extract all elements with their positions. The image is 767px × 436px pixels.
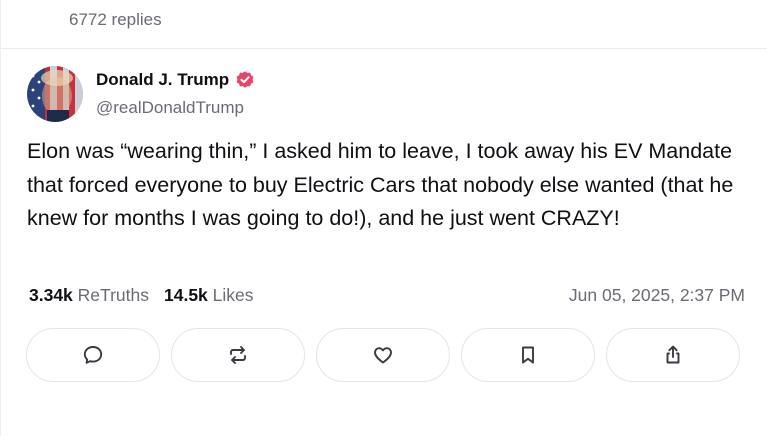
divider	[1, 48, 767, 49]
retruths-count: 3.34k	[29, 285, 73, 305]
bookmark-button[interactable]	[461, 328, 595, 382]
reply-button[interactable]	[26, 328, 160, 382]
avatar-image	[27, 66, 83, 122]
likes-stat[interactable]: 14.5k Likes	[164, 285, 254, 306]
post-detail-page: 6772 replies Donald J. Trump @realDonald…	[0, 0, 767, 436]
post-actions-bar	[26, 328, 740, 382]
previous-post-replies-count[interactable]: 6772 replies	[69, 10, 162, 30]
comment-icon	[83, 346, 103, 364]
share-button[interactable]	[606, 328, 740, 382]
share-icon	[666, 345, 680, 364]
retruths-label: ReTruths	[77, 285, 149, 305]
avatar[interactable]	[27, 66, 83, 122]
bookmark-icon	[522, 346, 534, 364]
likes-label: Likes	[212, 285, 254, 305]
repost-icon	[230, 346, 246, 364]
likes-count: 14.5k	[164, 285, 208, 305]
author-name[interactable]: Donald J. Trump	[96, 70, 229, 90]
post-timestamp: Jun 05, 2025, 2:37 PM	[568, 285, 745, 305]
retruth-button[interactable]	[171, 328, 305, 382]
author-name-row: Donald J. Trump	[96, 70, 255, 90]
like-button[interactable]	[316, 328, 450, 382]
retruths-stat[interactable]: 3.34k ReTruths	[29, 285, 149, 306]
post-stats: 3.34k ReTruths 14.5k Likes	[29, 285, 254, 306]
author-handle[interactable]: @realDonaldTrump	[96, 98, 244, 118]
heart-icon	[374, 347, 392, 364]
previous-post-cutoff	[35, 0, 235, 4]
post-body-text: Elon was “wearing thin,” I asked him to …	[27, 139, 734, 230]
verified-badge-icon	[235, 70, 255, 90]
